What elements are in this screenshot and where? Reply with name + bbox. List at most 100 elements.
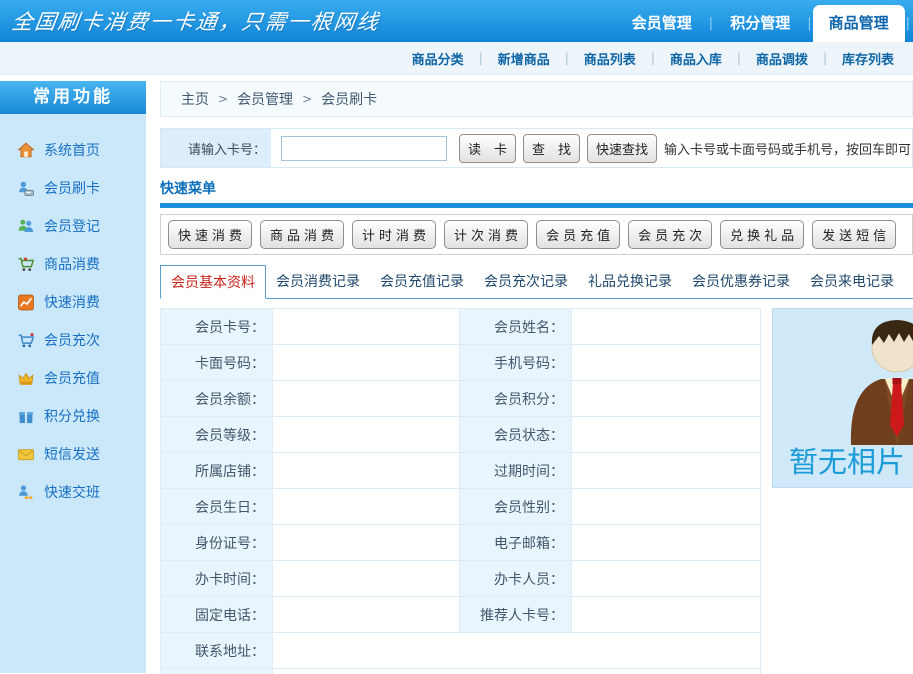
- subnav-item-3[interactable]: 商品入库: [655, 49, 737, 68]
- subnav-item-0[interactable]: 商品分类: [397, 49, 479, 68]
- slogan-text: 全国刷卡消费一卡通，只需一根网线: [10, 6, 382, 36]
- topnav-item-0[interactable]: 会员管理: [616, 4, 708, 42]
- field-label: 会员余额：: [161, 381, 273, 417]
- sidebar-item-6[interactable]: 会员充值: [0, 359, 146, 397]
- form-row: 卡面号码： 手机号码：: [161, 345, 761, 381]
- sidebar-item-label: 会员刷卡: [44, 178, 100, 198]
- sidebar-title: 常用功能: [0, 81, 146, 114]
- field-label: 会员姓名：: [460, 309, 572, 345]
- sidebar-item-1[interactable]: 会员刷卡: [0, 169, 146, 207]
- search-button-0[interactable]: 读 卡: [459, 134, 516, 163]
- breadcrumb-item-0[interactable]: 主页: [181, 89, 209, 109]
- quick-menu-divider: [160, 203, 913, 208]
- field-label: 固定电话：: [161, 597, 273, 633]
- member-record-tabs: 会员基本资料会员消费记录会员充值记录会员充次记录礼品兑换记录会员优惠券记录会员来…: [160, 265, 913, 299]
- crown-icon: [17, 370, 35, 387]
- no-photo-text: 暂无相片: [789, 439, 905, 481]
- form-row: 联系地址：: [161, 633, 761, 669]
- sidebar-item-label: 会员充值: [44, 368, 100, 388]
- field-label: 所属店铺：: [161, 453, 273, 489]
- form-row: 办卡时间： 办卡人员：: [161, 561, 761, 597]
- breadcrumb: 主页>会员管理>会员刷卡: [160, 81, 913, 117]
- form-row: 所属店铺：过期时间：: [161, 453, 761, 489]
- field-label: 办卡人员：: [460, 561, 572, 597]
- tab-5[interactable]: 会员优惠券记录: [682, 265, 800, 298]
- tab-2[interactable]: 会员充值记录: [370, 265, 474, 298]
- form-row: 会员卡号：会员姓名：: [161, 309, 761, 345]
- subnav-item-5[interactable]: 库存列表: [827, 49, 909, 68]
- field-label: 会员等级：: [161, 417, 273, 453]
- member-card-icon: [17, 180, 35, 197]
- member-photo-placeholder: 暂无相片: [772, 308, 913, 488]
- top-bar: 全国刷卡消费一卡通，只需一根网线 会员管理|积分管理|商品管理|: [0, 0, 913, 42]
- field-label: 身份证号：: [161, 525, 273, 561]
- breadcrumb-separator: >: [218, 92, 228, 106]
- field-label: 办卡时间：: [161, 561, 273, 597]
- quick-button-5[interactable]: 会员充次: [628, 220, 712, 249]
- field-value: [273, 417, 460, 453]
- breadcrumb-item-2: 会员刷卡: [321, 89, 377, 109]
- quick-menu-buttons: 快速消费商品消费计时消费计次消费会员充值会员充次兑换礼品发送短信: [160, 214, 913, 255]
- topnav-item-1[interactable]: 积分管理: [714, 4, 806, 42]
- tab-4[interactable]: 礼品兑换记录: [578, 265, 682, 298]
- separator: |: [806, 16, 812, 42]
- sidebar-item-label: 快速交班: [44, 482, 100, 502]
- form-row: 备注：: [161, 669, 761, 674]
- sidebar-item-9[interactable]: 快速交班: [0, 473, 146, 511]
- card-number-input[interactable]: [281, 136, 447, 161]
- field-value: [572, 453, 761, 489]
- field-label: 会员状态：: [460, 417, 572, 453]
- field-value: [273, 489, 460, 525]
- shift-icon: [17, 484, 35, 501]
- field-label: 卡面号码：: [161, 345, 273, 381]
- envelope-icon: [17, 446, 35, 463]
- field-label: 推荐人卡号：: [460, 597, 572, 633]
- form-row: 会员等级： 会员状态：: [161, 417, 761, 453]
- quick-button-6[interactable]: 兑换礼品: [720, 220, 804, 249]
- field-value: [572, 345, 761, 381]
- sidebar-item-5[interactable]: 会员充次: [0, 321, 146, 359]
- home-icon: [17, 142, 35, 159]
- field-label: 会员性别：: [460, 489, 572, 525]
- main-panel: 主页>会员管理>会员刷卡 请输入卡号： 读 卡查 找快速查找 输入卡号或卡面号码…: [160, 81, 913, 674]
- quick-button-1[interactable]: 商品消费: [260, 220, 344, 249]
- form-row: 身份证号：电子邮箱：: [161, 525, 761, 561]
- subnav-item-1[interactable]: 新增商品: [483, 49, 565, 68]
- sidebar-item-7[interactable]: 积分兑换: [0, 397, 146, 435]
- quick-button-2[interactable]: 计时消费: [352, 220, 436, 249]
- cart-icon: [17, 256, 35, 273]
- search-hint-text: 输入卡号或卡面号码或手机号，按回车即可: [664, 139, 911, 158]
- breadcrumb-item-1[interactable]: 会员管理: [237, 89, 293, 109]
- sidebar-item-3[interactable]: 商品消费: [0, 245, 146, 283]
- quick-button-7[interactable]: 发送短信: [812, 220, 896, 249]
- field-value: [273, 597, 460, 633]
- sidebar: 常用功能 系统首页会员刷卡会员登记商品消费快速消费会员充次会员充值积分兑换短信发…: [0, 81, 146, 673]
- search-button-2[interactable]: 快速查找: [587, 134, 657, 163]
- sidebar-item-2[interactable]: 会员登记: [0, 207, 146, 245]
- sidebar-item-label: 会员充次: [44, 330, 100, 350]
- sidebar-item-0[interactable]: 系统首页: [0, 131, 146, 169]
- sidebar-item-label: 商品消费: [44, 254, 100, 274]
- top-navigation: 会员管理|积分管理|商品管理|: [616, 4, 911, 42]
- field-value: [572, 381, 761, 417]
- field-value: [572, 597, 761, 633]
- sub-navigation: 商品分类|新增商品|商品列表|商品入库|商品调拨|库存列表: [0, 42, 913, 75]
- tab-1[interactable]: 会员消费记录: [266, 265, 370, 298]
- tab-3[interactable]: 会员充次记录: [474, 265, 578, 298]
- quick-button-3[interactable]: 计次消费: [444, 220, 528, 249]
- subnav-item-2[interactable]: 商品列表: [569, 49, 651, 68]
- field-value: [572, 309, 761, 345]
- topnav-item-2[interactable]: 商品管理: [813, 5, 905, 42]
- quick-button-4[interactable]: 会员充值: [536, 220, 620, 249]
- field-label: 手机号码：: [460, 345, 572, 381]
- search-button-1[interactable]: 查 找: [523, 134, 580, 163]
- quick-button-0[interactable]: 快速消费: [168, 220, 252, 249]
- tab-0[interactable]: 会员基本资料: [160, 265, 266, 299]
- sidebar-item-4[interactable]: 快速消费: [0, 283, 146, 321]
- search-buttons: 读 卡查 找快速查找: [459, 134, 664, 163]
- tab-6[interactable]: 会员来电记录: [800, 265, 904, 298]
- subnav-item-4[interactable]: 商品调拨: [741, 49, 823, 68]
- member-detail-row: 会员卡号：会员姓名：卡面号码：手机号码：会员余额：会员积分：会员等级：会员状态：…: [160, 308, 913, 674]
- sidebar-item-label: 积分兑换: [44, 406, 100, 426]
- sidebar-item-8[interactable]: 短信发送: [0, 435, 146, 473]
